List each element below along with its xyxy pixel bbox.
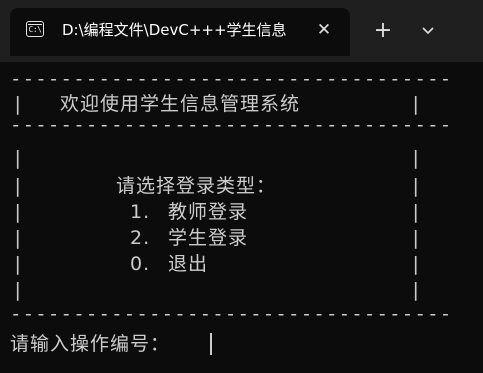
border-pipe-right: | bbox=[410, 175, 422, 197]
border-top: ----------------------------------- bbox=[10, 68, 453, 90]
border-pipe-right: | bbox=[410, 227, 422, 249]
border-pipe-right: | bbox=[410, 253, 422, 275]
menu-option-key: 0. bbox=[130, 253, 151, 275]
border-pipe-right: | bbox=[410, 201, 422, 223]
menu-option-label: 学生登录 bbox=[168, 227, 249, 249]
border-pipe-left: | bbox=[12, 253, 24, 275]
border-pipe-left: | bbox=[12, 175, 24, 197]
menu-option-key: 1. bbox=[130, 201, 151, 223]
tab-active[interactable]: C:\ D:\编程文件\DevC+++学生信息 ✕ bbox=[10, 8, 350, 56]
tab-strip: C:\ D:\编程文件\DevC+++学生信息 ✕ + bbox=[0, 0, 483, 62]
border-pipe-left: | bbox=[12, 227, 24, 249]
border-bottom: ----------------------------------- bbox=[10, 303, 453, 325]
cmd-icon: C:\ bbox=[26, 21, 44, 37]
close-tab-button[interactable]: ✕ bbox=[310, 16, 338, 44]
terminal-output[interactable]: ----------------------------------- | 欢迎… bbox=[0, 62, 483, 373]
menu-option-key: 2. bbox=[130, 227, 151, 249]
menu-header: 请选择登录类型： bbox=[116, 175, 277, 197]
chevron-down-icon bbox=[422, 27, 434, 35]
new-tab-button[interactable]: + bbox=[367, 16, 399, 46]
input-prompt: 请输入操作编号： bbox=[10, 333, 171, 355]
border-pipe-right: | bbox=[410, 147, 422, 169]
tab-dropdown-button[interactable] bbox=[412, 16, 444, 46]
text-cursor bbox=[210, 333, 212, 355]
border-separator: ----------------------------------- bbox=[10, 114, 453, 136]
border-pipe-left: | bbox=[12, 147, 24, 169]
menu-option-label: 教师登录 bbox=[168, 201, 249, 223]
menu-option-label: 退出 bbox=[168, 253, 209, 275]
tab-title: D:\编程文件\DevC+++学生信息 bbox=[62, 21, 287, 39]
border-pipe-left: | bbox=[12, 201, 24, 223]
terminal-window: C:\ D:\编程文件\DevC+++学生信息 ✕ + ------------… bbox=[0, 0, 483, 373]
